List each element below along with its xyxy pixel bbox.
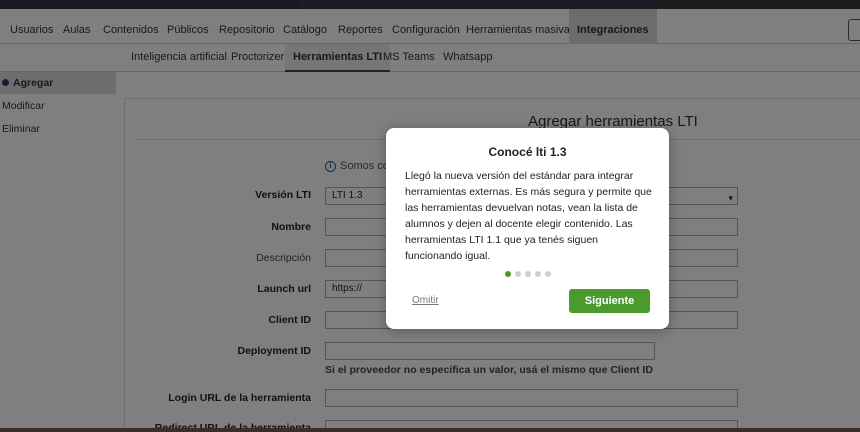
- modal-body: Llegó la nueva versión del estándar para…: [405, 170, 652, 262]
- onboarding-modal: Conocé lti 1.3 Llegó la nueva versión de…: [386, 128, 669, 329]
- step-dot[interactable]: [524, 271, 531, 277]
- skip-link[interactable]: Omitir: [412, 295, 439, 306]
- step-indicator: [386, 268, 669, 280]
- step-dot[interactable]: [514, 271, 521, 277]
- modal-title: Conocé lti 1.3: [488, 145, 567, 159]
- step-dot[interactable]: [504, 271, 511, 277]
- step-dot[interactable]: [544, 271, 551, 277]
- next-button[interactable]: Siguiente: [569, 289, 650, 313]
- step-dot[interactable]: [534, 271, 541, 277]
- bottom-strip: [0, 428, 860, 432]
